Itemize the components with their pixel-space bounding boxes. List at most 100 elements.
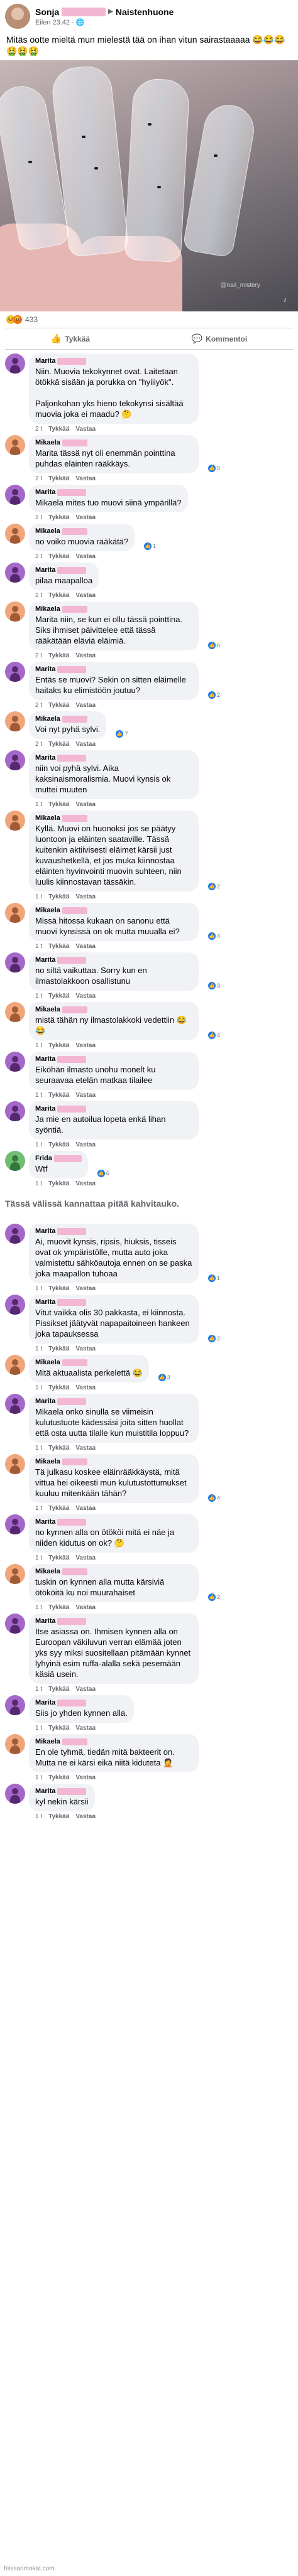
comment-like-link[interactable]: Tykkää bbox=[48, 1774, 69, 1781]
comment-reply-link[interactable]: Vastaa bbox=[75, 741, 96, 748]
commenter-avatar[interactable] bbox=[5, 1695, 25, 1715]
comment-time[interactable]: 1 t bbox=[35, 1774, 42, 1781]
comment-reply-link[interactable]: Vastaa bbox=[75, 801, 96, 808]
comment-like-link[interactable]: Tykkää bbox=[48, 741, 69, 748]
comment-time[interactable]: 1 t bbox=[35, 1384, 42, 1391]
reaction-badge[interactable]: 👍 2 bbox=[207, 691, 220, 699]
commenter-name-text[interactable]: Mikaela bbox=[35, 907, 60, 914]
comment-time[interactable]: 2 t bbox=[35, 652, 42, 659]
comment-time[interactable]: 2 t bbox=[35, 702, 42, 709]
comment-time[interactable]: 1 t bbox=[35, 1604, 42, 1611]
comment-reply-link[interactable]: Vastaa bbox=[75, 1686, 96, 1693]
reaction-badge[interactable]: 👍 2 bbox=[207, 1593, 220, 1601]
post-image[interactable]: @nail_mistery ♪ bbox=[0, 60, 298, 311]
commenter-name-text[interactable]: Marita bbox=[35, 1787, 55, 1795]
commenter-avatar[interactable] bbox=[5, 811, 25, 831]
comment-time[interactable]: 1 t bbox=[35, 801, 42, 808]
comment-time[interactable]: 1 t bbox=[35, 1686, 42, 1693]
commenter-name-text[interactable]: Marita bbox=[35, 1398, 55, 1405]
commenter-name-text[interactable]: Mikaela bbox=[35, 1568, 60, 1575]
comment-like-link[interactable]: Tykkää bbox=[48, 1604, 69, 1611]
commenter-avatar[interactable] bbox=[5, 1355, 25, 1375]
commenter-avatar[interactable] bbox=[5, 435, 25, 455]
commenter-avatar[interactable] bbox=[5, 1564, 25, 1584]
comment-like-link[interactable]: Tykkää bbox=[48, 1813, 69, 1820]
commenter-avatar[interactable] bbox=[5, 1454, 25, 1474]
comment-like-link[interactable]: Tykkää bbox=[48, 592, 69, 599]
comment-reply-link[interactable]: Vastaa bbox=[75, 1384, 96, 1391]
comment-reply-link[interactable]: Vastaa bbox=[75, 1555, 96, 1561]
comment-time[interactable]: 2 t bbox=[35, 475, 42, 482]
comment-time[interactable]: 1 t bbox=[35, 1555, 42, 1561]
comment-reply-link[interactable]: Vastaa bbox=[75, 1285, 96, 1292]
comment-time[interactable]: 2 t bbox=[35, 592, 42, 599]
commenter-name-text[interactable]: Marita bbox=[35, 1518, 55, 1526]
comment-like-link[interactable]: Tykkää bbox=[48, 801, 69, 808]
comment-time[interactable]: 1 t bbox=[35, 1725, 42, 1732]
comment-time[interactable]: 1 t bbox=[35, 1042, 42, 1049]
comment-reply-link[interactable]: Vastaa bbox=[75, 652, 96, 659]
like-button[interactable]: 👍 Tykkää bbox=[51, 333, 90, 344]
commenter-name-text[interactable]: Marita bbox=[35, 566, 55, 574]
comment-like-link[interactable]: Tykkää bbox=[48, 1555, 69, 1561]
reaction-badge[interactable]: 👍 4 bbox=[207, 932, 220, 940]
comment-reply-link[interactable]: Vastaa bbox=[75, 1180, 96, 1187]
comment-reply-link[interactable]: Vastaa bbox=[75, 1813, 96, 1820]
commenter-avatar[interactable] bbox=[5, 353, 25, 374]
commenter-avatar[interactable] bbox=[5, 1514, 25, 1534]
comment-reply-link[interactable]: Vastaa bbox=[75, 943, 96, 950]
post-time[interactable]: Eilen 23.42 · bbox=[35, 19, 76, 26]
comment-reply-link[interactable]: Vastaa bbox=[75, 1604, 96, 1611]
commenter-avatar[interactable] bbox=[5, 1224, 25, 1244]
comment-like-link[interactable]: Tykkää bbox=[48, 993, 69, 1000]
commenter-avatar[interactable] bbox=[5, 485, 25, 505]
commenter-avatar[interactable] bbox=[5, 601, 25, 622]
reaction-summary[interactable]: 😆 😡 433 bbox=[0, 311, 298, 328]
commenter-avatar[interactable] bbox=[5, 1002, 25, 1022]
reaction-badge[interactable]: 👍 1 bbox=[207, 1275, 220, 1282]
commenter-avatar[interactable] bbox=[5, 1614, 25, 1634]
commenter-name-text[interactable]: Marita bbox=[35, 754, 55, 762]
comment-time[interactable]: 1 t bbox=[35, 1092, 42, 1099]
commenter-avatar[interactable] bbox=[5, 1052, 25, 1072]
commenter-name-text[interactable]: Mikaela bbox=[35, 1458, 60, 1465]
comment-like-link[interactable]: Tykkää bbox=[48, 893, 69, 900]
commenter-name-text[interactable]: Mikaela bbox=[35, 439, 60, 446]
reaction-badge[interactable]: 👍 1 bbox=[144, 542, 156, 550]
comment-like-link[interactable]: Tykkää bbox=[48, 553, 69, 560]
reaction-badge[interactable]: 👍 5 bbox=[207, 465, 220, 472]
reaction-badge[interactable]: 👍 4 bbox=[207, 1032, 220, 1039]
comment-time[interactable]: 1 t bbox=[35, 1505, 42, 1512]
reaction-badge[interactable]: 👍 2 bbox=[207, 883, 220, 890]
comment-like-link[interactable]: Tykkää bbox=[48, 1445, 69, 1452]
reaction-badge[interactable]: 👍 6 bbox=[97, 1170, 109, 1177]
reaction-badge[interactable]: 👍 2 bbox=[207, 1335, 220, 1342]
commenter-avatar[interactable] bbox=[5, 524, 25, 544]
commenter-avatar[interactable] bbox=[5, 1784, 25, 1804]
comment-time[interactable]: 1 t bbox=[35, 1141, 42, 1148]
comment-reply-link[interactable]: Vastaa bbox=[75, 1141, 96, 1148]
commenter-name-text[interactable]: Marita bbox=[35, 666, 55, 673]
comment-button[interactable]: 💬 Kommentoi bbox=[192, 333, 247, 344]
commenter-avatar[interactable] bbox=[5, 1295, 25, 1315]
commenter-name-text[interactable]: Marita bbox=[35, 1055, 55, 1063]
commenter-avatar[interactable] bbox=[5, 662, 25, 682]
comment-like-link[interactable]: Tykkää bbox=[48, 1345, 69, 1352]
comment-time[interactable]: 1 t bbox=[35, 1813, 42, 1820]
comment-like-link[interactable]: Tykkää bbox=[48, 1180, 69, 1187]
commenter-avatar[interactable] bbox=[5, 1151, 25, 1171]
comment-like-link[interactable]: Tykkää bbox=[48, 475, 69, 482]
comment-like-link[interactable]: Tykkää bbox=[48, 702, 69, 709]
commenter-name-text[interactable]: Mikaela bbox=[35, 715, 60, 723]
commenter-name-text[interactable]: Marita bbox=[35, 1699, 55, 1706]
commenter-name-text[interactable]: Marita bbox=[35, 357, 55, 365]
comment-time[interactable]: 1 t bbox=[35, 1180, 42, 1187]
commenter-name-text[interactable]: Marita bbox=[35, 1298, 55, 1306]
commenter-name-text[interactable]: Frida bbox=[35, 1155, 52, 1162]
comment-time[interactable]: 1 t bbox=[35, 1345, 42, 1352]
comment-like-link[interactable]: Tykkää bbox=[48, 1285, 69, 1292]
commenter-name-text[interactable]: Mikaela bbox=[35, 1738, 60, 1745]
comment-like-link[interactable]: Tykkää bbox=[48, 943, 69, 950]
comment-reply-link[interactable]: Vastaa bbox=[75, 553, 96, 560]
comment-time[interactable]: 1 t bbox=[35, 1445, 42, 1452]
